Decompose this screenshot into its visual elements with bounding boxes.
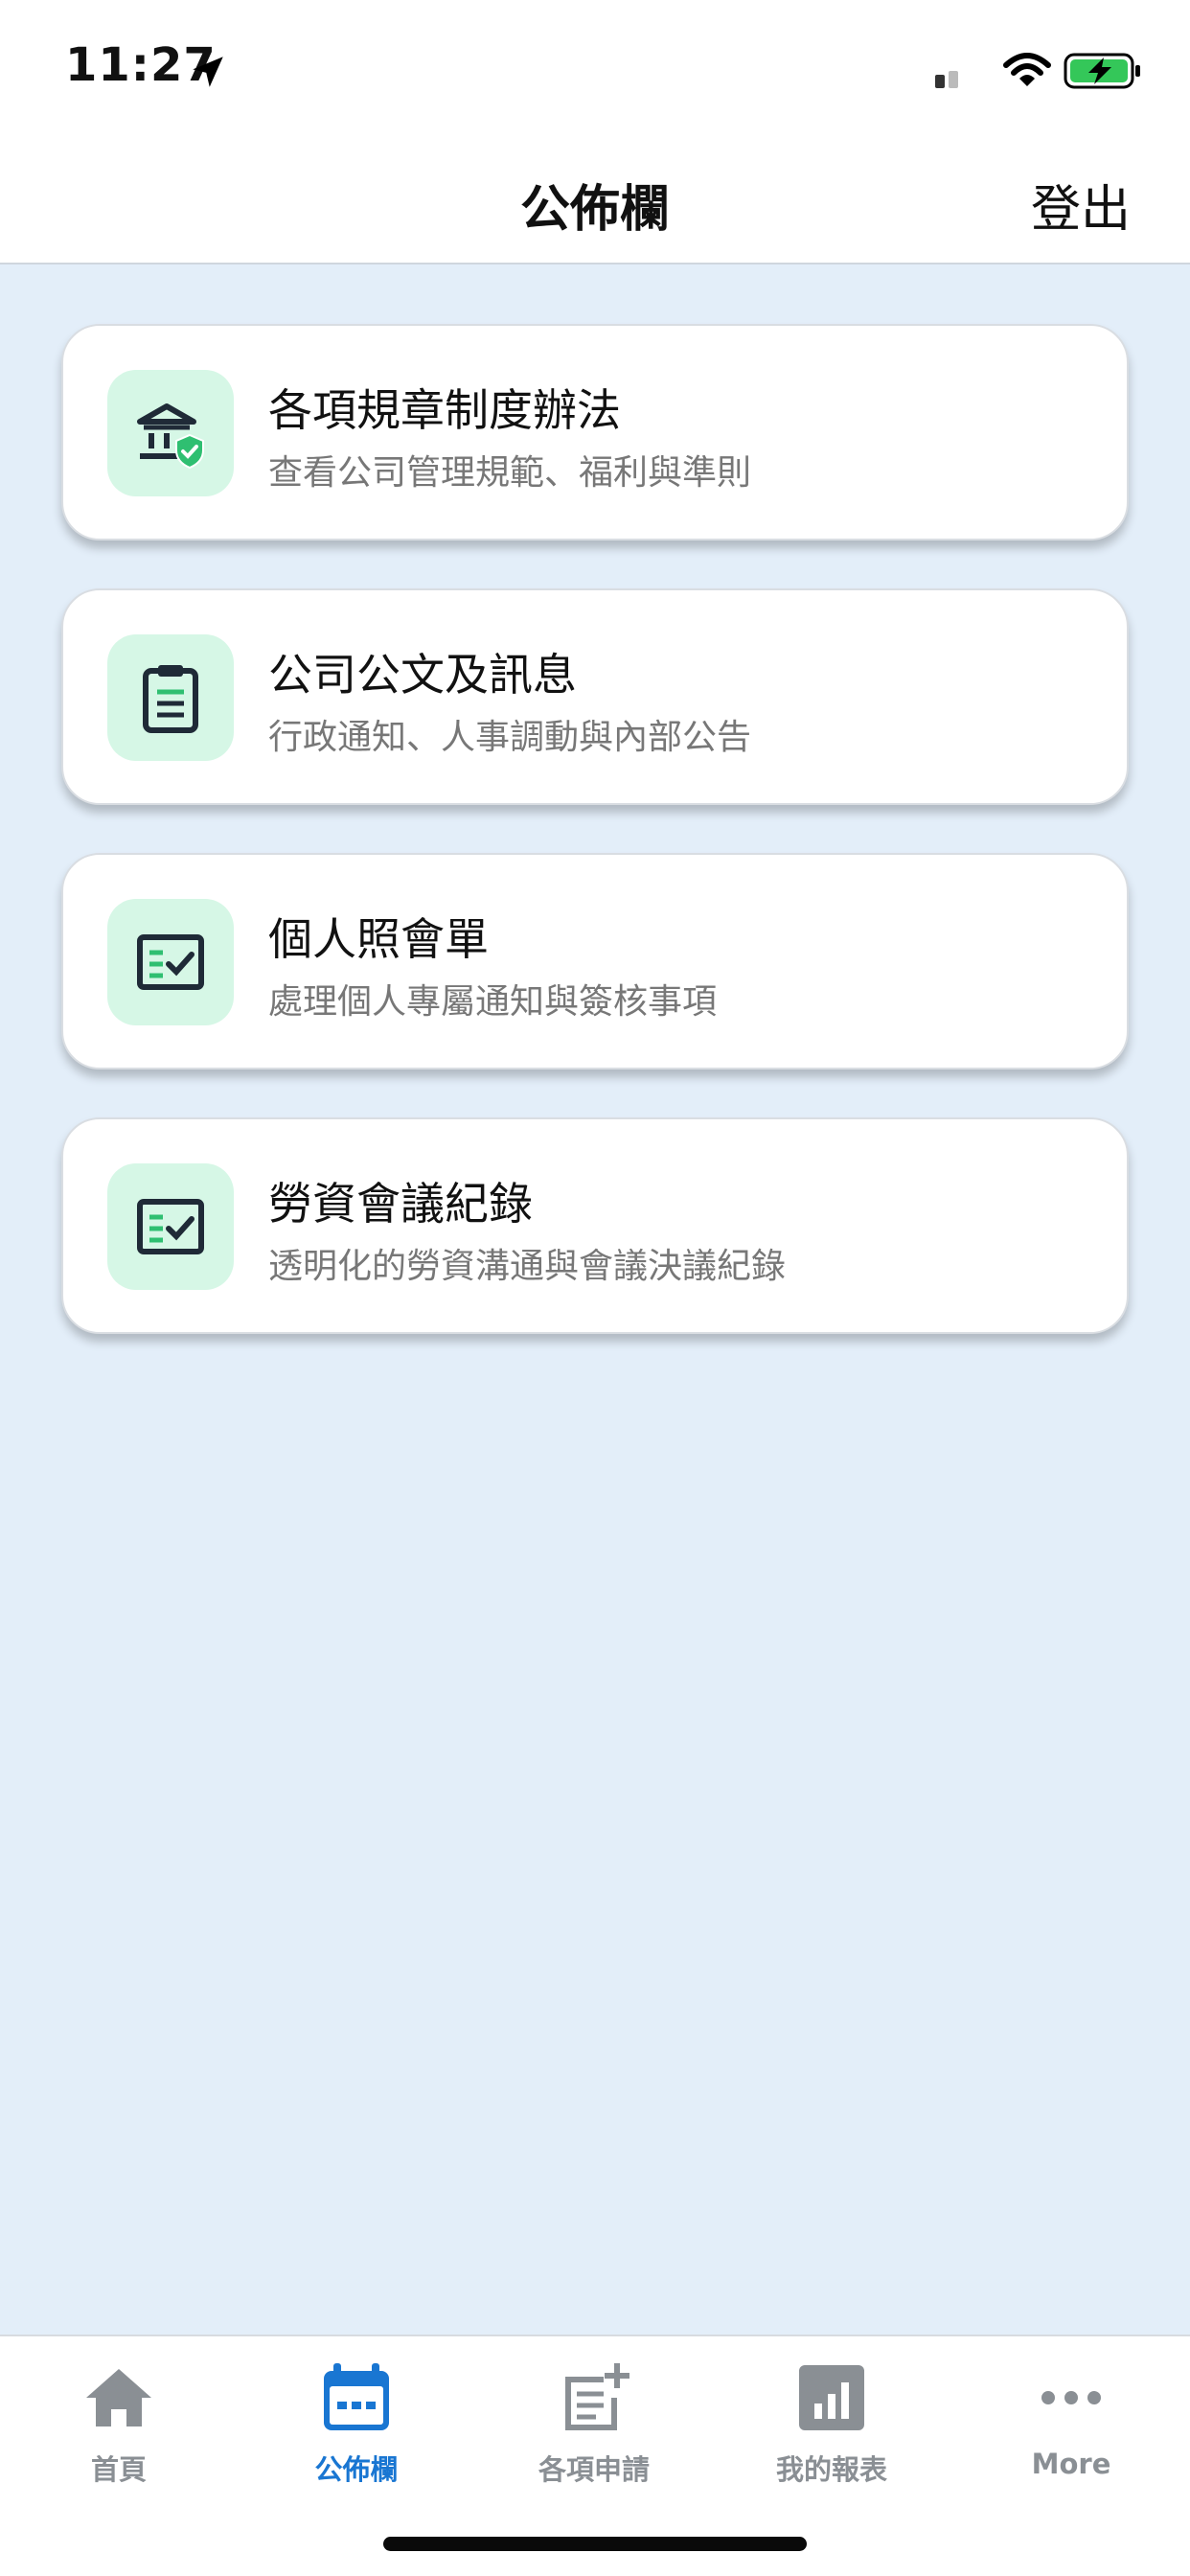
card-labor-meeting[interactable]: 勞資會議紀錄 透明化的勞資溝通與會議決議紀錄 [61, 1117, 1129, 1334]
bar-chart-icon [799, 2365, 864, 2430]
card-title: 勞資會議紀錄 [268, 1178, 533, 1230]
more-dots-icon [1041, 2391, 1101, 2404]
card-regulations[interactable]: 各項規章制度辦法 查看公司管理規範、福利與準則 [61, 324, 1129, 540]
tab-bulletin[interactable]: 公佈欄 [238, 2356, 475, 2490]
card-subtitle: 查看公司管理規範、福利與準則 [268, 453, 752, 493]
nav-header: 公佈欄 登出 [0, 134, 1190, 264]
tab-label: 首頁 [90, 2453, 147, 2486]
card-title: 各項規章制度辦法 [268, 384, 621, 436]
tab-applications[interactable]: 各項申請 [475, 2356, 713, 2490]
card-company-notices[interactable]: 公司公文及訊息 行政通知、人事調動與內部公告 [61, 588, 1129, 805]
card-subtitle: 行政通知、人事調動與內部公告 [268, 718, 752, 757]
logout-button[interactable]: 登出 [1031, 169, 1131, 241]
tab-label: 公佈欄 [314, 2453, 399, 2486]
document-add-icon [565, 2363, 629, 2430]
icon-tile [107, 1163, 234, 1290]
icon-tile [107, 899, 234, 1025]
card-subtitle: 透明化的勞資溝通與會議決議紀錄 [268, 1247, 787, 1286]
location-arrow-icon [193, 57, 223, 87]
home-indicator [383, 2537, 807, 2551]
clipboard-icon [143, 665, 198, 733]
signal-icon [935, 71, 958, 88]
icon-tile [107, 634, 234, 761]
card-subtitle: 處理個人專屬通知與簽核事項 [268, 982, 718, 1022]
tab-home[interactable]: 首頁 [0, 2356, 238, 2490]
tab-reports[interactable]: 我的報表 [713, 2356, 950, 2490]
wifi-icon [1003, 53, 1051, 86]
page-title: 公佈欄 [519, 181, 670, 239]
checklist-icon [137, 1199, 204, 1254]
tab-more[interactable]: More [952, 2356, 1190, 2490]
icon-tile [107, 370, 234, 496]
bank-shield-icon [137, 403, 204, 470]
card-title: 公司公文及訊息 [268, 649, 577, 701]
tab-label: 我的報表 [775, 2453, 887, 2486]
card-personal-notice[interactable]: 個人照會單 處理個人專屬通知與簽核事項 [61, 853, 1129, 1070]
checklist-icon [137, 934, 204, 990]
home-icon [86, 2369, 151, 2426]
tab-label: 各項申請 [538, 2453, 650, 2486]
tab-label: More [1031, 2448, 1111, 2480]
card-title: 個人照會單 [268, 913, 489, 965]
battery-charging-icon [1064, 53, 1140, 89]
calendar-icon [324, 2363, 389, 2430]
status-bar: 11:27 [0, 0, 1190, 134]
